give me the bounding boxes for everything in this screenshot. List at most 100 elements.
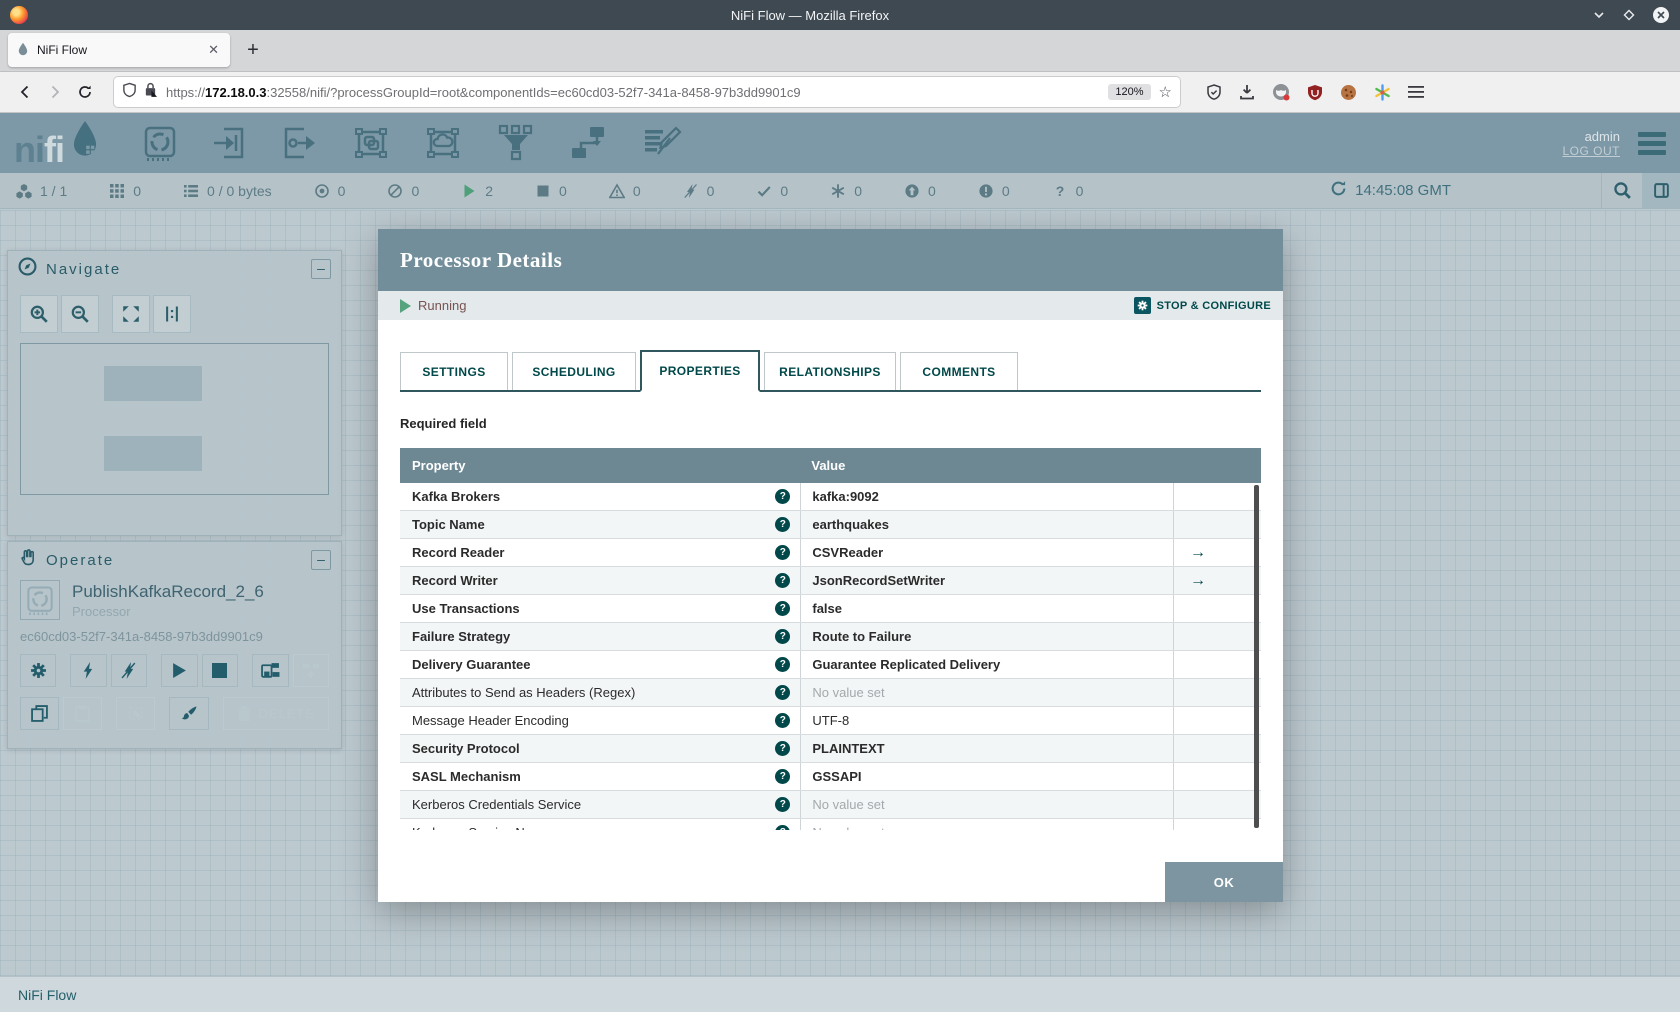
search-icon[interactable] [1602, 173, 1642, 208]
goto-service-cell[interactable]: → [1173, 539, 1261, 566]
flow-minimap[interactable] [20, 343, 329, 495]
colorful-asterisk-extension-icon[interactable] [1374, 83, 1391, 101]
help-icon[interactable]: ? [775, 573, 791, 588]
property-value[interactable]: Guarantee Replicated Delivery [800, 651, 1173, 678]
stop-button[interactable] [201, 654, 239, 687]
property-value[interactable]: No value set [800, 791, 1173, 818]
maximize-icon[interactable] [1622, 8, 1636, 22]
property-value[interactable]: earthquakes [800, 511, 1173, 538]
operate-collapse-button[interactable]: – [311, 550, 331, 570]
goto-arrow-icon[interactable]: → [1190, 572, 1206, 590]
global-menu-icon[interactable] [1638, 128, 1666, 159]
table-row[interactable]: Message Header Encoding? UTF-8 [400, 707, 1261, 735]
tab-settings[interactable]: SETTINGS [400, 352, 508, 390]
start-button[interactable] [161, 654, 198, 687]
table-row[interactable]: Record Writer? JsonRecordSetWriter → [400, 567, 1261, 595]
shield-check-extension-icon[interactable] [1206, 83, 1222, 101]
help-icon[interactable]: ? [775, 489, 791, 504]
privacy-mask-extension-icon[interactable] [1272, 83, 1290, 101]
table-row[interactable]: Delivery Guarantee? Guarantee Replicated … [400, 651, 1261, 679]
help-icon[interactable]: ? [775, 657, 791, 672]
bookmark-star-icon[interactable]: ☆ [1159, 83, 1172, 101]
help-icon[interactable]: ? [775, 769, 791, 784]
property-value[interactable]: PLAINTEXT [800, 735, 1173, 762]
flow-settings-panel-icon[interactable] [1642, 173, 1680, 208]
new-tab-button[interactable]: + [238, 35, 268, 65]
table-scrollbar[interactable] [1254, 485, 1259, 828]
property-value[interactable]: false [800, 595, 1173, 622]
table-row[interactable]: Attributes to Send as Headers (Regex)? No… [400, 679, 1261, 707]
back-button[interactable] [10, 77, 40, 107]
property-value[interactable]: kafka:9092 [800, 483, 1173, 510]
output-port-icon[interactable] [282, 125, 318, 161]
paste-button[interactable] [63, 697, 103, 730]
url-bar[interactable]: https://172.18.0.3:32558/nifi/?processGr… [114, 77, 1180, 107]
navigate-collapse-button[interactable]: – [311, 259, 331, 279]
help-icon[interactable]: ? [775, 713, 791, 728]
property-value[interactable]: GSSAPI [800, 763, 1173, 790]
menu-hamburger-icon[interactable] [1408, 85, 1424, 99]
zoom-in-button[interactable] [20, 295, 58, 333]
input-port-icon[interactable] [212, 125, 248, 161]
connection-lock-warning-icon[interactable] [144, 82, 157, 102]
help-icon[interactable]: ? [775, 629, 791, 644]
property-value[interactable]: JsonRecordSetWriter [800, 567, 1173, 594]
minimize-icon[interactable] [1592, 8, 1606, 22]
process-group-icon[interactable] [352, 125, 390, 161]
tracking-protection-shield-icon[interactable] [122, 82, 137, 103]
tab-properties[interactable]: PROPERTIES [640, 350, 760, 392]
configure-button[interactable] [20, 654, 57, 687]
help-icon[interactable]: ? [775, 545, 791, 560]
close-icon[interactable] [1652, 6, 1670, 24]
logout-link[interactable]: LOG OUT [1562, 144, 1620, 158]
tab-comments[interactable]: COMMENTS [900, 352, 1018, 390]
help-icon[interactable]: ? [775, 797, 791, 812]
zoom-actual-size-button[interactable]: |:| [153, 295, 191, 333]
group-selection-button[interactable] [116, 697, 156, 730]
label-icon[interactable] [642, 124, 682, 162]
help-icon[interactable]: ? [775, 825, 791, 830]
help-icon[interactable]: ? [775, 517, 791, 532]
enable-button[interactable] [70, 654, 107, 687]
table-row[interactable]: Use Transactions? false [400, 595, 1261, 623]
table-row[interactable]: Security Protocol? PLAINTEXT [400, 735, 1261, 763]
flow-canvas[interactable]: Navigate – |:| Operate – PublishKafkaRec… [0, 210, 1680, 976]
reload-button[interactable] [70, 77, 100, 107]
property-value[interactable]: No value set [800, 819, 1173, 830]
table-row[interactable]: Record Reader? CSVReader → [400, 539, 1261, 567]
stop-and-configure-button[interactable]: STOP & CONFIGURE [1133, 297, 1271, 314]
processor-icon[interactable] [142, 124, 178, 162]
breadcrumb[interactable]: NiFi Flow [18, 987, 76, 1003]
change-color-button[interactable] [169, 697, 209, 730]
group-stats-icon[interactable] [292, 654, 329, 687]
table-row[interactable]: Kafka Brokers? kafka:9092 [400, 483, 1261, 511]
table-row[interactable]: SASL Mechanism? GSSAPI [400, 763, 1261, 791]
remote-process-group-icon[interactable] [424, 125, 462, 161]
property-value[interactable]: UTF-8 [800, 707, 1173, 734]
ok-button[interactable]: OK [1165, 862, 1283, 902]
table-row[interactable]: Kerberos Credentials Service? No value se… [400, 791, 1261, 819]
goto-arrow-icon[interactable]: → [1190, 544, 1206, 562]
help-icon[interactable]: ? [775, 601, 791, 616]
ublock-extension-icon[interactable] [1307, 84, 1323, 101]
tab-close-icon[interactable]: ✕ [205, 42, 222, 58]
tab-relationships[interactable]: RELATIONSHIPS [764, 352, 896, 390]
downloads-icon[interactable] [1239, 84, 1255, 100]
zoom-fit-button[interactable] [112, 295, 150, 333]
zoom-level-badge[interactable]: 120% [1108, 84, 1151, 100]
funnel-icon[interactable] [496, 124, 536, 162]
table-row[interactable]: Failure Strategy? Route to Failure [400, 623, 1261, 651]
save-template-icon[interactable] [252, 654, 289, 687]
table-row[interactable]: Kerberos Service Name? No value set [400, 819, 1261, 830]
copy-button[interactable] [20, 697, 60, 730]
template-icon[interactable] [570, 124, 608, 162]
help-icon[interactable]: ? [775, 741, 791, 756]
forward-button[interactable] [40, 77, 70, 107]
disable-button[interactable] [110, 654, 148, 687]
property-value[interactable]: CSVReader [800, 539, 1173, 566]
refresh-icon[interactable] [1330, 180, 1347, 201]
help-icon[interactable]: ? [775, 685, 791, 700]
property-value[interactable]: No value set [800, 679, 1173, 706]
delete-button[interactable]: DELETE [222, 697, 330, 730]
goto-service-cell[interactable]: → [1173, 567, 1261, 594]
